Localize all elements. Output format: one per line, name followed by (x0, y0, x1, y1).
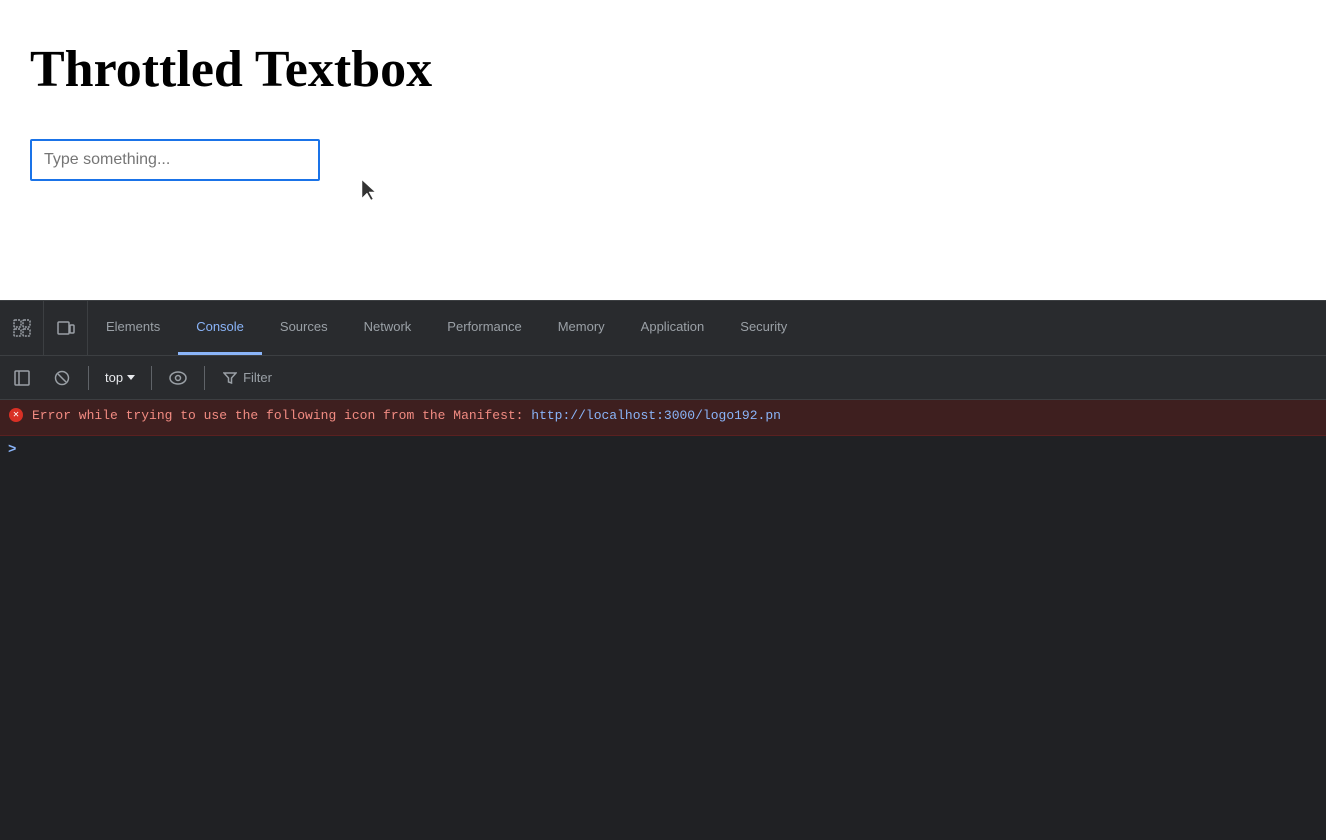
clear-console-btn[interactable] (44, 362, 80, 394)
devtools-panel: Elements Console Sources Network Perform… (0, 300, 1326, 840)
toolbar-divider-1 (88, 366, 89, 390)
tab-performance[interactable]: Performance (429, 301, 539, 355)
tab-network[interactable]: Network (346, 301, 430, 355)
filter-btn[interactable]: Filter (213, 366, 282, 389)
device-toggle-icon-btn[interactable] (44, 301, 88, 355)
toolbar-divider-3 (204, 366, 205, 390)
prompt-arrow: > (8, 442, 16, 458)
chevron-down-icon (127, 375, 135, 380)
console-toolbar: top Filter (0, 356, 1326, 400)
top-context-selector[interactable]: top (97, 366, 143, 389)
devtools-tabs-bar: Elements Console Sources Network Perform… (0, 300, 1326, 356)
console-prompt-row: > (0, 436, 1326, 464)
throttled-textbox-input[interactable] (30, 139, 320, 181)
tab-security[interactable]: Security (722, 301, 805, 355)
console-error-message: Error while trying to use the following … (32, 406, 1318, 426)
inspect-icon-btn[interactable] (0, 301, 44, 355)
tab-application[interactable]: Application (623, 301, 723, 355)
tab-elements[interactable]: Elements (88, 301, 178, 355)
live-expressions-btn[interactable] (160, 362, 196, 394)
sidebar-toggle-btn[interactable] (4, 362, 40, 394)
page-title: Throttled Textbox (30, 40, 1296, 99)
tab-memory[interactable]: Memory (540, 301, 623, 355)
error-link[interactable]: http://localhost:3000/logo192.pn (531, 408, 781, 423)
toolbar-divider-2 (151, 366, 152, 390)
tab-sources[interactable]: Sources (262, 301, 346, 355)
console-error-row: ✕ Error while trying to use the followin… (0, 400, 1326, 436)
console-output[interactable]: ✕ Error while trying to use the followin… (0, 400, 1326, 840)
tab-console[interactable]: Console (178, 301, 262, 355)
error-icon: ✕ (8, 407, 24, 423)
